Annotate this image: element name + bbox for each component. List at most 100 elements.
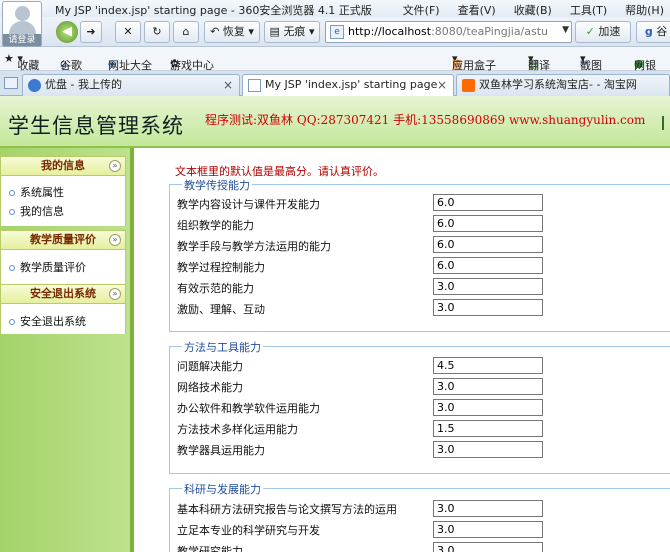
login-label: 请登录	[3, 34, 41, 46]
section-title: 安全退出系统	[30, 287, 96, 300]
incognito-label: 无痕	[283, 25, 306, 38]
translate-button[interactable]: ▤ 翻译 ▾	[528, 52, 550, 72]
criterion-label: 有效示范的能力	[177, 282, 254, 295]
criterion-label: 教学研究能力	[177, 545, 243, 552]
score-input[interactable]	[433, 215, 543, 232]
eval-group-methods: 方法与工具能力 问题解决能力 网络技术能力 办公软件和教学软件运用能力 方法技术…	[169, 339, 670, 474]
home-button[interactable]: ⌂	[173, 21, 199, 43]
speedup-icon: ✓	[585, 25, 595, 38]
refresh-button[interactable]: ↻	[144, 21, 170, 43]
app-box-button[interactable]: ▦ 应用盒子 ▾	[452, 52, 496, 72]
score-input[interactable]	[433, 441, 543, 458]
tab-bar: 优盘 - 我上传的 × My JSP 'index.jsp' starting …	[0, 71, 670, 97]
score-input[interactable]	[433, 500, 543, 517]
score-input[interactable]	[433, 542, 543, 552]
search-engine-label: 谷	[656, 25, 668, 38]
score-input[interactable]	[433, 257, 543, 274]
back-button[interactable]: ◀	[56, 21, 78, 43]
chevron-down-icon: ▾	[308, 25, 315, 38]
collapse-icon[interactable]: »	[109, 288, 121, 300]
score-input[interactable]	[433, 357, 543, 374]
header-edge	[662, 116, 670, 130]
sidebar-item-my-info[interactable]: 我的信息	[9, 203, 64, 219]
group-title: 方法与工具能力	[182, 339, 263, 355]
tab-label: 双鱼林学习系统淘宝店- - 淘宝网	[479, 78, 637, 91]
score-input[interactable]	[433, 299, 543, 316]
menu-file[interactable]: 文件(F)	[403, 0, 440, 18]
tab-list-icon[interactable]	[4, 77, 18, 89]
score-input[interactable]	[433, 521, 543, 538]
sidebar-item-logout[interactable]: 安全退出系统	[9, 313, 86, 329]
menu-bar: 文件(F) 查看(V) 收藏(B) 工具(T) 帮助(H)	[403, 0, 670, 18]
favorites-button[interactable]: ★ 收藏 ▾	[4, 52, 39, 72]
incognito-button[interactable]: ▤ 无痕 ▾	[264, 21, 320, 43]
upan-icon	[28, 79, 41, 92]
window-titlebar: My JSP 'index.jsp' starting page - 360安全…	[0, 0, 670, 17]
score-input[interactable]	[433, 278, 543, 295]
tab-label: 优盘 - 我上传的	[45, 78, 122, 91]
forward-button[interactable]: ➜	[80, 21, 102, 43]
forward-arrow-icon: ➜	[86, 25, 96, 38]
menu-favorites[interactable]: 收藏(B)	[514, 0, 552, 18]
sidebar-section-body: 系统属性 我的信息	[0, 176, 126, 226]
favorites-bar: ★ 收藏 ▾ g 谷歌 ◈ 网址大全 ✿ 游戏中心 ▦ 应用盒子 ▾ ▤ 翻译 ▾ ✂ 截图 ▾ ●…	[0, 47, 670, 72]
restore-label: 恢复	[222, 25, 245, 38]
criterion-label: 教学内容设计与课件开发能力	[177, 198, 320, 211]
criterion-label: 网络技术能力	[177, 381, 243, 394]
navigation-toolbar: ◀ ➜ ✕ ↻ ⌂ ↶ 恢复 ▾ ▤ 无痕 ▾ e http://localho…	[0, 17, 670, 47]
restore-button[interactable]: ↶ 恢复 ▾	[204, 21, 260, 43]
tab-upan[interactable]: 优盘 - 我上传的 ×	[22, 74, 240, 96]
speedup-button[interactable]: ✓ 加速	[575, 21, 631, 43]
criterion-label: 方法技术多样化运用能力	[177, 423, 298, 436]
menu-view[interactable]: 查看(V)	[458, 0, 496, 18]
google-icon: g	[644, 25, 653, 38]
window-title: My JSP 'index.jsp' starting page - 360安全…	[55, 4, 372, 17]
group-title: 科研与发展能力	[182, 481, 263, 497]
avatar-body-icon	[9, 21, 36, 35]
back-arrow-icon: ◀	[62, 24, 72, 39]
close-icon: ✕	[123, 25, 133, 38]
sidebar-section-body: 教学质量评价	[0, 250, 126, 284]
score-input[interactable]	[433, 399, 543, 416]
home-icon: ⌂	[182, 25, 190, 38]
menu-tools[interactable]: 工具(T)	[570, 0, 607, 18]
address-bar[interactable]: e http://localhost:8080/teaPingjia/astu/…	[325, 21, 572, 43]
login-avatar[interactable]: 请登录	[2, 1, 42, 47]
criterion-label: 基本科研方法研究报告与论文撰写方法的运用	[177, 503, 397, 516]
chevron-down-icon: ▾	[248, 25, 254, 38]
score-input[interactable]	[433, 236, 543, 253]
criterion-label: 教学过程控制能力	[177, 261, 265, 274]
restore-icon: ↶	[210, 25, 220, 38]
close-icon[interactable]: ×	[437, 75, 447, 95]
avatar-head-icon	[15, 6, 30, 21]
tab-taobao[interactable]: 双鱼林学习系统淘宝店- - 淘宝网	[456, 74, 670, 96]
criterion-label: 立足本专业的科学研究与开发	[177, 524, 320, 537]
section-title: 教学质量评价	[30, 233, 96, 246]
search-engine-button[interactable]: g 谷	[636, 21, 670, 43]
chevron-down-icon[interactable]: ▼	[562, 25, 569, 35]
group-title: 教学传授能力	[182, 177, 252, 193]
sidebar-item-teaching-eval[interactable]: 教学质量评价	[9, 259, 86, 275]
criterion-label: 教学手段与教学方法运用的能力	[177, 240, 331, 253]
address-url: http://localhost:8080/teaPingjia/astu/i	[348, 25, 548, 38]
collapse-icon[interactable]: »	[109, 160, 121, 172]
menu-help[interactable]: 帮助(H)	[625, 0, 664, 18]
screenshot-button[interactable]: ✂ 截图 ▾	[580, 52, 602, 72]
sidebar: 我的信息 » 系统属性 我的信息 教学质量评价 » 教学质量评价 安全退出系统 …	[0, 148, 134, 552]
incognito-icon: ▤	[269, 25, 280, 38]
stop-button[interactable]: ✕	[115, 21, 141, 43]
sidebar-item-system-props[interactable]: 系统属性	[9, 184, 64, 200]
sidebar-section-my-info[interactable]: 我的信息 »	[0, 156, 126, 176]
eval-group-teaching: 教学传授能力 教学内容设计与课件开发能力 组织教学的能力 教学手段与教学方法运用…	[169, 177, 670, 332]
sidebar-section-teaching-eval[interactable]: 教学质量评价 »	[0, 230, 126, 250]
evaluation-content: 文本框里的默认值是最高分。请认真评价。 教学传授能力 教学内容设计与课件开发能力…	[134, 148, 670, 552]
criterion-label: 组织教学的能力	[177, 219, 254, 232]
close-icon[interactable]: ×	[223, 75, 233, 95]
score-input[interactable]	[433, 420, 543, 437]
score-input[interactable]	[433, 194, 543, 211]
eval-group-research: 科研与发展能力 基本科研方法研究报告与论文撰写方法的运用 立足本专业的科学研究与…	[169, 481, 670, 552]
score-input[interactable]	[433, 378, 543, 395]
tab-jsp-start[interactable]: My JSP 'index.jsp' starting page ×	[242, 74, 454, 97]
sidebar-section-logout[interactable]: 安全退出系统 »	[0, 284, 126, 304]
collapse-icon[interactable]: »	[109, 234, 121, 246]
